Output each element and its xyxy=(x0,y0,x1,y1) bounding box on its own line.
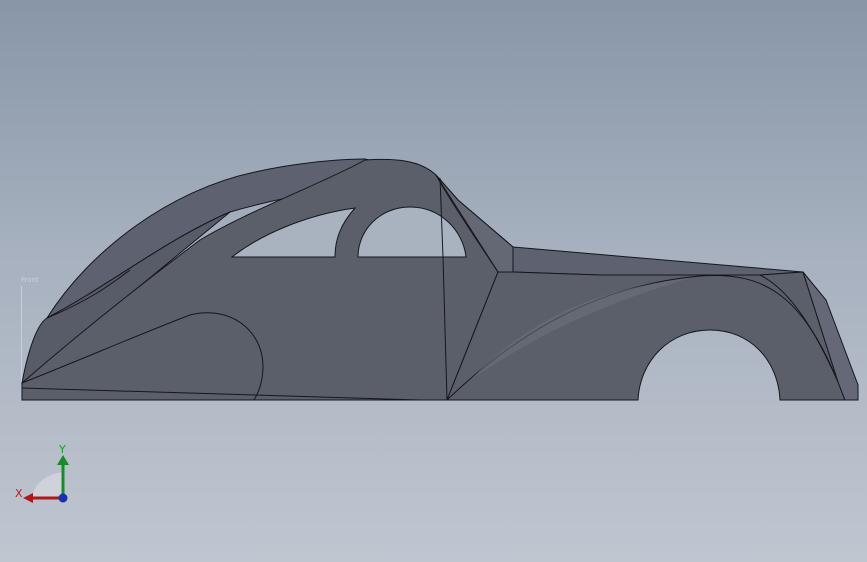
front-plane-indicator xyxy=(21,286,22,382)
graphics-viewport[interactable]: Front X Y xyxy=(0,0,867,562)
triad-z-axis-dot xyxy=(58,493,68,503)
hood-panel[interactable] xyxy=(512,246,804,276)
x-axis-label: X xyxy=(15,487,23,500)
view-orientation-triad[interactable]: X Y xyxy=(10,440,80,510)
triad-x-arrow xyxy=(23,493,33,503)
triad-xy-plane xyxy=(32,472,63,498)
y-axis-label: Y xyxy=(59,443,66,456)
car-body-model[interactable] xyxy=(0,0,867,562)
triad-y-arrow xyxy=(57,455,69,465)
front-plane-tag: Front xyxy=(21,276,39,284)
